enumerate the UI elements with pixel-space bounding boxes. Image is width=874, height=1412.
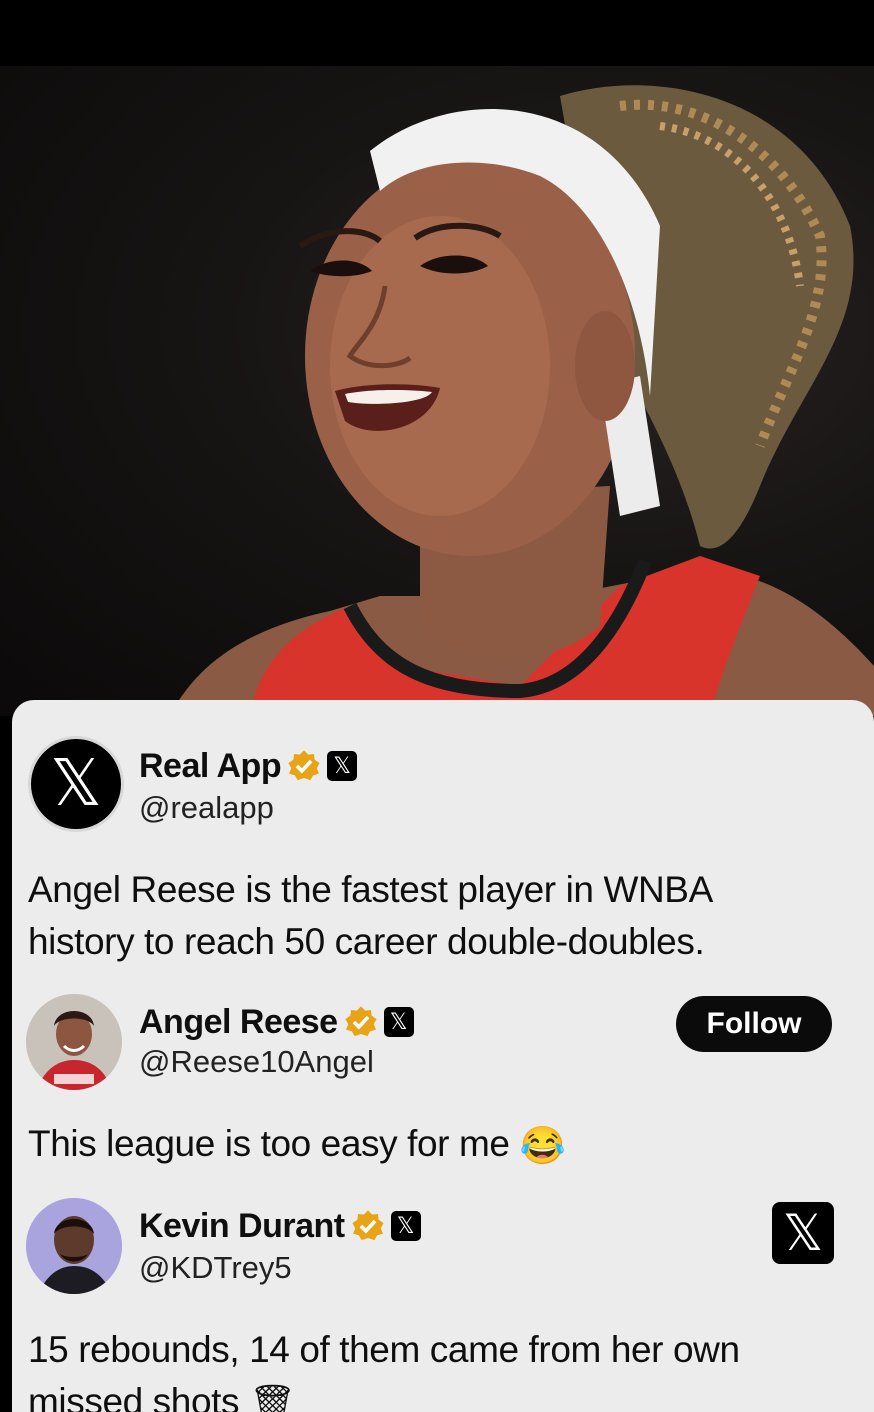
x-logo-icon: 𝕏 [50,747,102,821]
kevin-durant-name[interactable]: Kevin Durant [139,1207,345,1246]
realapp-tweet-line-1: Angel Reese is the fastest player in WNB… [28,869,713,910]
x-badge-icon: 𝕏 [327,751,358,781]
kevin-durant-tweet-text: 15 rebounds, 14 of them came from her ow… [28,1324,740,1412]
kevin-durant-avatar[interactable] [26,1198,122,1294]
realapp-tweet-line-2: history to reach 50 career double-double… [28,921,705,962]
kevin-durant-photo [26,1198,122,1294]
player-illustration [170,85,874,716]
realapp-name-row: Real App 𝕏 [139,746,358,786]
verified-badge-icon [345,1006,377,1037]
kevin-durant-tweet-line-1: 15 rebounds, 14 of them came from her ow… [28,1329,740,1370]
kevin-durant-tweet-line-2: missed shots [28,1381,240,1412]
realapp-handle[interactable]: @realapp [139,790,274,826]
angel-reese-name-row: Angel Reese 𝕏 [139,1002,414,1042]
player-photo [0,66,874,716]
top-bar [0,0,874,66]
tweet-card: 𝕏 Real App 𝕏 @realapp Angel Reese is the… [12,700,874,1412]
x-badge-icon: 𝕏 [383,1007,414,1037]
follow-button[interactable]: Follow [676,996,832,1052]
angel-reese-avatar[interactable] [26,994,122,1090]
angel-reese-handle[interactable]: @Reese10Angel [139,1044,374,1080]
realapp-name[interactable]: Real App [139,747,282,786]
angel-reese-tweet-text: This league is too easy for me 😂 [28,1118,566,1172]
x-logo-icon[interactable]: 𝕏 [772,1202,834,1264]
x-badge-icon: 𝕏 [390,1211,421,1241]
trash-can-emoji-icon: 🗑 [249,1383,296,1412]
realapp-tweet-text: Angel Reese is the fastest player in WNB… [28,864,713,968]
angel-reese-name[interactable]: Angel Reese [139,1003,338,1042]
angel-reese-tweet-body: This league is too easy for me [28,1123,510,1164]
angel-reese-photo [26,994,122,1090]
verified-badge-icon [288,750,320,781]
verified-badge-icon [352,1210,384,1241]
screen: 𝕏 Real App 𝕏 @realapp Angel Reese is the… [0,0,874,1412]
kevin-durant-tweet-line-2-row: missed shots 🗑 [28,1376,740,1412]
realapp-avatar[interactable]: 𝕏 [28,736,124,832]
kevin-durant-name-row: Kevin Durant 𝕏 [139,1206,421,1246]
laughing-emoji-icon: 😂 [519,1125,566,1167]
kevin-durant-handle[interactable]: @KDTrey5 [139,1250,292,1286]
